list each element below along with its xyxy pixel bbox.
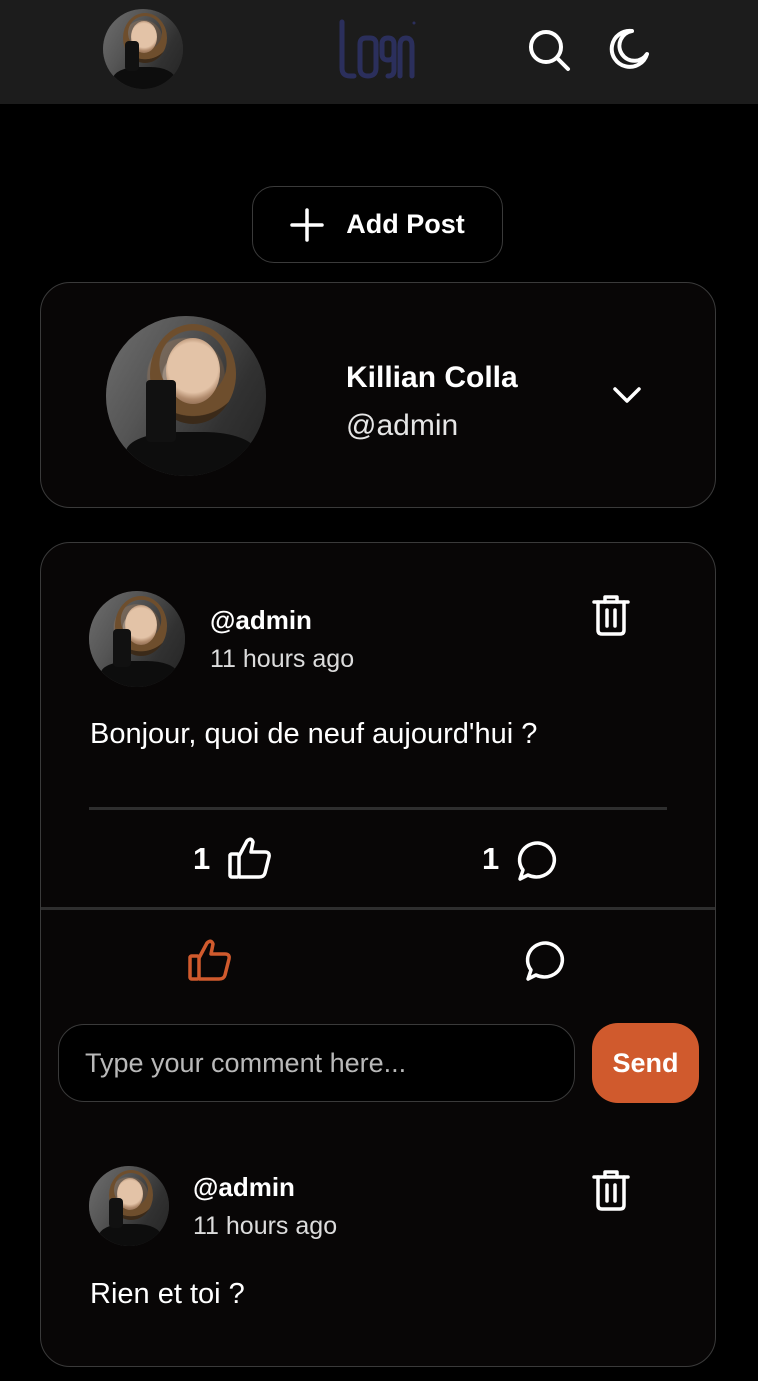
actions-divider (41, 907, 715, 910)
comment-timestamp: 11 hours ago (193, 1212, 338, 1240)
like-count: 1 (193, 841, 211, 876)
moon-icon[interactable] (606, 26, 652, 72)
comment-text: Rien et toi ? (90, 1278, 245, 1310)
trash-icon[interactable] (591, 1168, 631, 1212)
post-text: Bonjour, quoi de neuf aujourd'hui ? (90, 718, 538, 750)
post-timestamp: 11 hours ago (210, 645, 355, 673)
send-button[interactable]: Send (592, 1023, 699, 1103)
add-post-label: Add Post (346, 209, 465, 239)
comment-bubble-icon (517, 841, 556, 881)
profile-avatar[interactable] (106, 316, 266, 476)
add-post-button[interactable]: Add Post (252, 186, 503, 263)
comment-username[interactable]: @admin (193, 1172, 295, 1203)
like-button-icon[interactable] (187, 937, 233, 983)
chevron-down-icon[interactable] (612, 385, 642, 405)
comment-avatar[interactable] (89, 1166, 169, 1246)
thumbs-up-icon (228, 837, 271, 879)
post-avatar[interactable] (89, 591, 185, 687)
plus-icon (290, 207, 324, 242)
comment-count: 1 (482, 841, 500, 876)
post-username[interactable]: @admin (210, 605, 312, 636)
top-bar (0, 0, 758, 104)
search-icon[interactable] (527, 28, 571, 72)
comment-item: @admin 11 hours ago Rien et toi ? (40, 1140, 716, 1340)
post-divider (89, 807, 667, 810)
logo-icon[interactable] (336, 18, 418, 80)
profile-card: Killian Colla @admin (40, 282, 716, 508)
trash-icon[interactable] (591, 593, 631, 637)
comment-button-icon[interactable] (523, 939, 569, 983)
header-avatar[interactable] (103, 9, 183, 89)
comment-input[interactable] (58, 1024, 575, 1102)
profile-name: Killian Colla (346, 361, 518, 394)
profile-handle: @admin (346, 409, 459, 442)
